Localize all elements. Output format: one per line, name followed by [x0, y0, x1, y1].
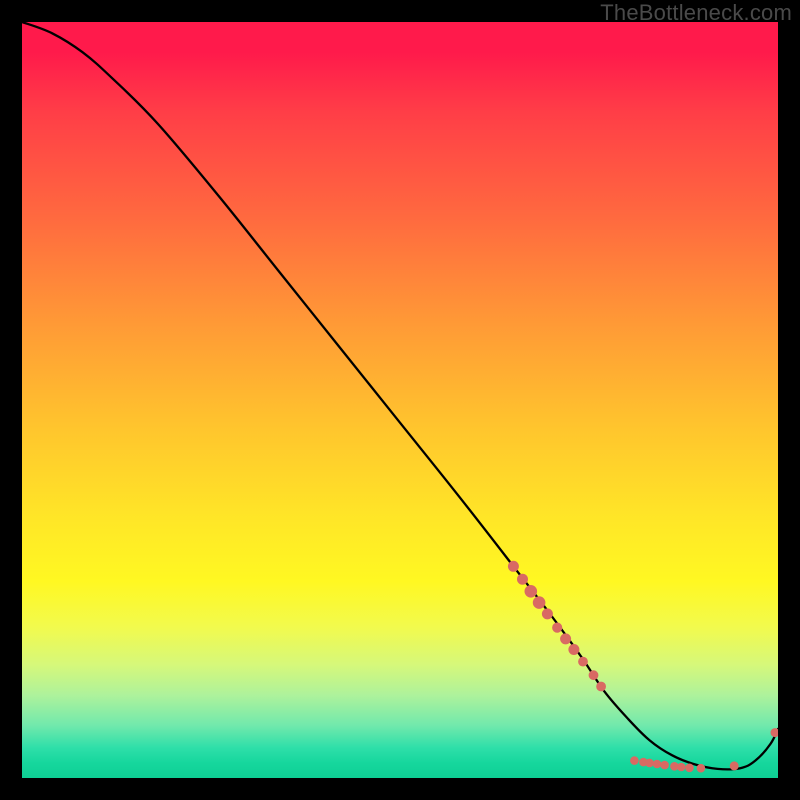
- data-point: [730, 762, 738, 770]
- data-markers: [508, 561, 778, 772]
- data-point: [653, 760, 661, 768]
- chart-svg: [22, 22, 778, 778]
- data-point: [533, 597, 545, 609]
- data-point: [661, 761, 669, 769]
- chart-stage: TheBottleneck.com: [0, 0, 800, 800]
- data-point: [771, 729, 778, 737]
- data-point: [697, 764, 705, 772]
- bottleneck-curve: [22, 22, 778, 769]
- data-point: [646, 759, 654, 767]
- data-point: [631, 757, 639, 765]
- data-point: [561, 634, 571, 644]
- data-point: [553, 623, 562, 632]
- data-point: [686, 764, 694, 772]
- data-point: [589, 671, 598, 680]
- data-point: [525, 586, 537, 598]
- plot-area: [22, 22, 778, 778]
- data-point: [518, 574, 528, 584]
- data-point: [542, 609, 552, 619]
- data-point: [597, 682, 606, 691]
- data-point: [579, 657, 588, 666]
- data-point: [569, 645, 579, 655]
- data-point: [677, 763, 685, 771]
- watermark-label: TheBottleneck.com: [600, 0, 792, 26]
- data-point: [508, 561, 518, 571]
